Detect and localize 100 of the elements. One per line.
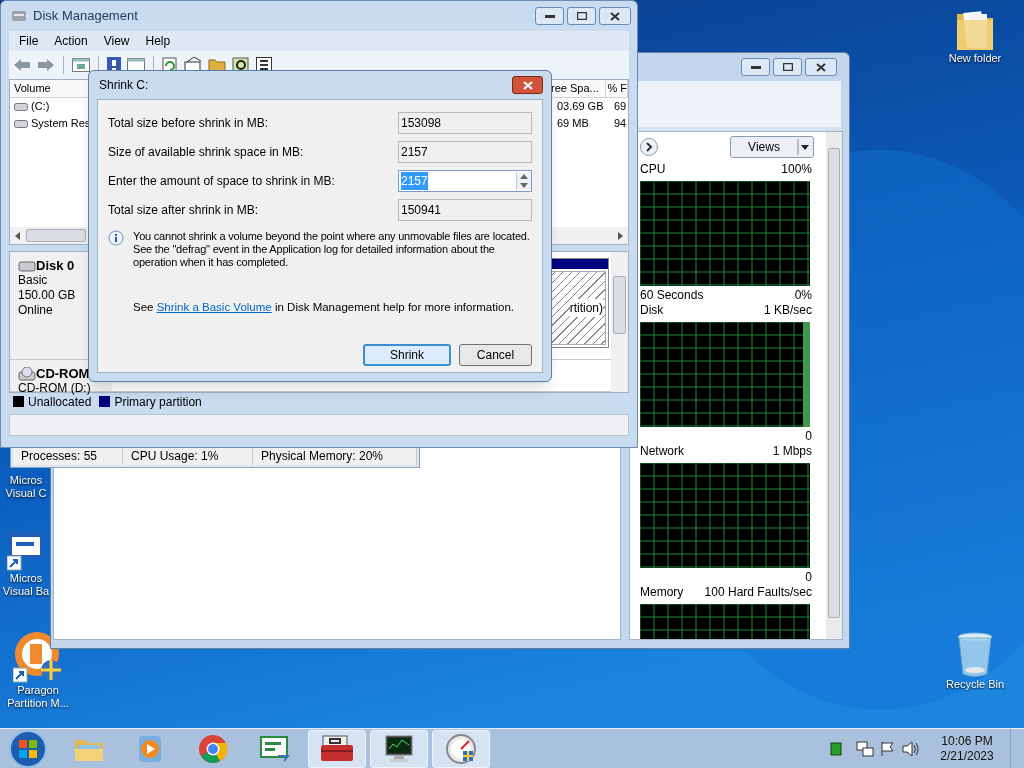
chevron-right-icon — [644, 142, 654, 152]
cd-drive-icon — [18, 366, 36, 381]
start-button[interactable] — [8, 728, 48, 768]
clock[interactable]: 10:06 PM 2/21/2023 — [928, 733, 1006, 764]
drive-icon — [14, 118, 28, 129]
flag-icon[interactable] — [880, 740, 896, 757]
graph-title: CPU — [640, 161, 666, 178]
spin-button[interactable] — [516, 171, 531, 190]
field-label: Enter the amount of space to shrink in MB: — [108, 172, 335, 190]
minimize-icon — [750, 65, 761, 69]
recycle-bin-icon[interactable] — [957, 632, 993, 678]
partition-label: rtition) — [569, 299, 603, 317]
disk-detail: Online — [18, 303, 54, 318]
taskbar-button[interactable] — [370, 729, 428, 768]
table-cell-text: 94 — [614, 116, 627, 132]
info-icon — [108, 230, 124, 246]
graph-title: Disk — [640, 302, 664, 319]
icon-label[interactable]: Recycle Bin — [945, 678, 1005, 691]
help-link[interactable]: Shrink a Basic Volume — [156, 301, 272, 313]
scrollbar[interactable] — [611, 252, 628, 392]
table-cell-text: 03.69 GB — [557, 99, 604, 115]
play-icon — [138, 734, 164, 763]
column-header[interactable]: % F — [606, 80, 628, 97]
maximize-icon — [576, 12, 587, 20]
properties-icon[interactable] — [184, 57, 202, 73]
legend-label: Unallocated — [28, 394, 92, 411]
menu-item[interactable]: Help — [137, 32, 179, 50]
disk-detail: Basic — [18, 273, 49, 288]
close-icon — [522, 80, 533, 90]
graph-footer: 60 Seconds — [640, 286, 704, 304]
expand-button[interactable] — [640, 138, 658, 156]
minimize-icon — [544, 14, 555, 18]
menu-item[interactable]: File — [11, 32, 47, 50]
back-icon[interactable] — [13, 58, 31, 72]
graph-footer: 0 — [805, 568, 812, 586]
help-text: See Shrink a Basic Volume in Disk Management help for more information. — [132, 300, 515, 315]
toolbox-icon — [320, 734, 354, 763]
code-icon — [260, 735, 290, 762]
scrollbar-thumb[interactable] — [26, 229, 86, 242]
close-button[interactable] — [805, 58, 837, 76]
graph-scale: 100% — [781, 161, 812, 178]
info-text: You cannot shrink a volume beyond the point where any unmovable files are located. See the "defrag" event in the Application log for detailed information about the operation when it has completed. — [133, 230, 531, 269]
graph-footer: 0 — [805, 427, 812, 445]
disk-name: CD-ROM — [36, 366, 90, 381]
menu-item[interactable]: View — [95, 32, 138, 50]
maximize-button[interactable] — [567, 7, 596, 25]
close-icon — [816, 62, 826, 72]
table-cell-text: (C:) — [31, 99, 50, 115]
table-cell-text: 69 — [614, 99, 627, 115]
dialog-title: Shrink C: — [99, 77, 149, 94]
maximize-button[interactable] — [773, 58, 802, 76]
up-arrow-icon[interactable] — [520, 173, 528, 179]
graph-title: Memory — [640, 584, 684, 601]
disk-name: Disk 0 — [36, 258, 75, 273]
icon-label[interactable]: New folder — [948, 52, 1002, 65]
minimize-button[interactable] — [741, 58, 770, 76]
minimize-button[interactable] — [535, 7, 564, 25]
network-icon[interactable] — [856, 740, 874, 757]
field-label: Total size after shrink in MB: — [108, 201, 259, 219]
graph-scale: 1 Mbps — [772, 443, 812, 460]
gauge-icon — [445, 732, 477, 765]
close-button[interactable] — [512, 76, 543, 94]
graph-scale: 1 KB/sec — [763, 302, 812, 319]
down-arrow-icon[interactable] — [520, 182, 528, 188]
maximize-icon — [782, 63, 793, 71]
taskbar-button[interactable] — [308, 729, 366, 768]
default-button[interactable]: Shrink — [363, 344, 451, 367]
read-only-field: 2157 — [398, 140, 532, 163]
pane-icon[interactable] — [72, 58, 90, 72]
read-only-field: 150941 — [398, 198, 532, 221]
views-button[interactable]: Views — [730, 136, 814, 158]
scrollbar-thumb[interactable] — [828, 148, 840, 618]
read-only-field: 153098 — [398, 111, 532, 134]
icon-label[interactable]: Micros Visual C — [5, 474, 47, 500]
forward-icon[interactable] — [37, 58, 55, 72]
scrollbar[interactable] — [826, 132, 842, 639]
scrollbar-thumb[interactable] — [613, 276, 626, 334]
menu-item[interactable]: Action — [46, 32, 96, 50]
graph-footer: 0% — [794, 286, 812, 304]
disk-detail: 150.00 GB — [18, 288, 77, 303]
graph-scale: 100 Hard Faults/sec — [704, 584, 812, 601]
speaker-icon[interactable] — [902, 740, 920, 757]
icon-label[interactable]: Micros Visual Ba — [2, 572, 50, 598]
dialog-button[interactable]: Cancel — [459, 344, 532, 367]
icon-label[interactable]: Paragon Partition M... — [7, 684, 69, 710]
monitor-icon — [382, 734, 416, 763]
application-icon[interactable] — [7, 530, 45, 572]
caret-icon — [797, 137, 811, 157]
disk-detail: CD-ROM (D:) — [18, 381, 92, 396]
activity-icon[interactable] — [830, 741, 842, 756]
browser-icon — [198, 733, 228, 764]
legend-label: Primary partition — [114, 393, 202, 411]
close-button[interactable] — [599, 7, 631, 25]
window-title: Disk Management — [33, 7, 139, 26]
close-icon — [610, 11, 620, 21]
field-label: Total size before shrink in MB: — [108, 114, 269, 132]
field-label: Size of available shrink space in MB: — [108, 143, 304, 161]
graph-title: Network — [640, 443, 684, 460]
table-cell-text: 69 MB — [557, 116, 589, 132]
drive-icon — [14, 101, 28, 112]
